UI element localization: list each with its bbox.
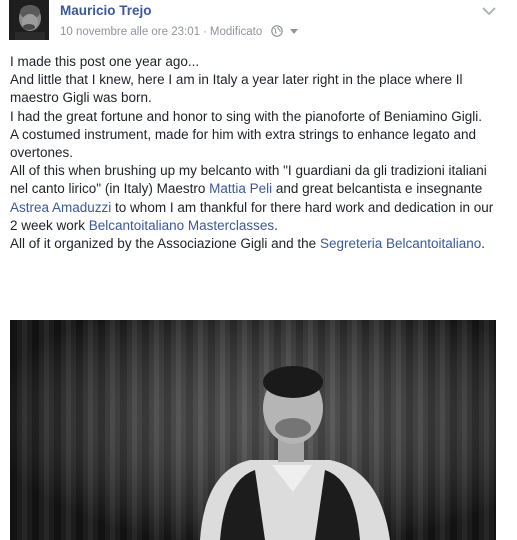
post-line: A costumed instrument, made for him with… <box>10 126 476 161</box>
post-text: and great belcantista e insegnante <box>272 181 483 197</box>
avatar[interactable] <box>9 0 49 40</box>
post-line: I made this post one year ago... <box>10 54 200 69</box>
post-line: I had the great fortune and honor to sin… <box>10 108 483 124</box>
post-paragraph: All of this when brushing up my belcanto… <box>10 162 500 235</box>
link-mattia-peli[interactable]: Mattia Peli <box>209 181 272 196</box>
post-header: Mauricio Trejo 10 novembre alle ore 23:0… <box>9 0 509 45</box>
link-astrea-amaduzzi[interactable]: Astrea Amaduzzi <box>10 200 111 215</box>
post-paragraph: All of it organized by the Associazione … <box>10 235 500 253</box>
post-line: And little that I knew, here I am in Ita… <box>10 72 463 106</box>
post-text: . <box>481 236 486 252</box>
post-text: . <box>274 217 278 233</box>
meta-separator: · <box>203 26 207 38</box>
post-body: I made this post one year ago... And lit… <box>10 53 500 253</box>
post-photo[interactable] <box>10 320 496 540</box>
author-name[interactable]: Mauricio Trejo <box>60 3 152 18</box>
chevron-down-icon[interactable] <box>481 4 497 16</box>
link-belcantoitaliano-masterclasses[interactable]: Belcantoitaliano Masterclasses <box>89 218 274 233</box>
post-meta: 10 novembre alle ore 23:01 · Modificato <box>60 25 298 40</box>
post-card: Mauricio Trejo 10 novembre alle ore 23:0… <box>0 0 517 540</box>
link-segreteria-belcantoitaliano[interactable]: Segreteria Belcantoitaliano <box>320 236 481 251</box>
edited-label[interactable]: Modificato <box>210 26 262 38</box>
post-text: All of it organized by the Associazione … <box>10 236 320 252</box>
globe-icon[interactable] <box>271 25 284 40</box>
privacy-caret-icon[interactable] <box>289 25 298 37</box>
post-timestamp[interactable]: 10 novembre alle ore 23:01 <box>60 26 200 38</box>
